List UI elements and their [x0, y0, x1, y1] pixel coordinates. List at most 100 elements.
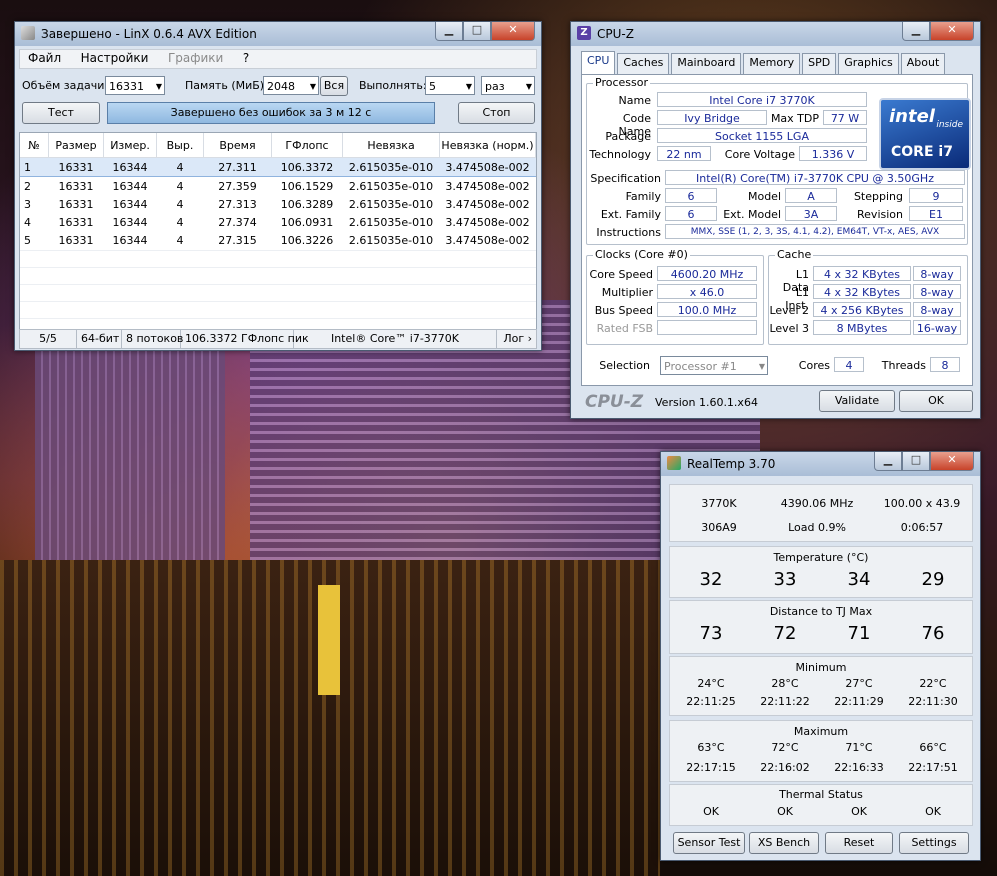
maximize-button[interactable]: □: [902, 452, 930, 471]
cores-label: Cores: [798, 359, 830, 372]
results-table[interactable]: № Размер Измер. Выр. Время ГФлопс Невязк…: [19, 132, 537, 330]
status-runs: 5/5: [20, 330, 77, 348]
minimize-button[interactable]: ▁: [435, 22, 463, 41]
table-row[interactable]: 5 16331 16344 4 27.315 106.3226 2.615035e-010 3…: [20, 231, 536, 249]
package-label: Package: [605, 130, 651, 143]
rated-fsb-value: [657, 320, 757, 335]
run-unit-combo[interactable]: раз ▼: [481, 76, 535, 95]
memory-combo[interactable]: 2048 ▼: [263, 76, 319, 95]
core-temp: 29: [921, 569, 945, 590]
revision-label: Revision: [857, 208, 903, 221]
maximize-button[interactable]: □: [463, 22, 491, 41]
menu-settings[interactable]: Настройки: [73, 50, 157, 66]
core-distance: 76: [921, 623, 945, 644]
core-max-time: 22:17:51: [908, 761, 958, 774]
realtemp-app-icon: [667, 456, 681, 470]
ok-button[interactable]: OK: [899, 390, 973, 412]
cell: 3.474508e-002: [445, 233, 530, 247]
column-header[interactable]: ГФлопс: [271, 133, 343, 158]
cell: 27.311: [203, 157, 272, 177]
menu-file[interactable]: Файл: [20, 50, 69, 66]
all-memory-button[interactable]: Вся: [320, 76, 348, 96]
cache-label: Cache: [775, 248, 814, 261]
cpu-tab-panel: Processor Name Intel Core i7 3770K Code …: [581, 74, 973, 386]
cell: 3: [24, 197, 31, 211]
close-button[interactable]: ✕: [491, 22, 535, 41]
cell: 4: [176, 197, 184, 211]
stop-button[interactable]: Стоп: [458, 102, 535, 124]
close-button[interactable]: ✕: [930, 452, 974, 471]
l1-inst-way: 8-way: [913, 284, 961, 299]
settings-button[interactable]: Settings: [899, 832, 969, 854]
cell: 16344: [112, 233, 148, 247]
codename-value: Ivy Bridge: [657, 110, 767, 125]
minimize-button[interactable]: ▁: [902, 22, 930, 41]
linx-titlebar[interactable]: Завершено - LinX 0.6.4 AVX Edition ▁ □ ✕: [15, 22, 541, 46]
xs-bench-button[interactable]: XS Bench: [749, 832, 819, 854]
status-cpu: Intel® Core™ i7-3770K: [294, 330, 497, 348]
menu-help[interactable]: ?: [235, 50, 257, 66]
linx-statusbar: 5/5 64-бит 8 потоков 106.3372 ГФлопс пик…: [19, 329, 537, 349]
realtemp-titlebar[interactable]: RealTemp 3.70 ▁ □ ✕: [661, 452, 980, 476]
column-header[interactable]: Невязка (норм.): [439, 133, 536, 158]
core-distance: 71: [847, 623, 871, 644]
column-header[interactable]: Выр.: [156, 133, 204, 158]
status-peak: 106.3372 ГФлопс пик: [181, 330, 309, 348]
table-header: № Размер Измер. Выр. Время ГФлопс Невязк…: [20, 133, 536, 158]
reset-button[interactable]: Reset: [825, 832, 893, 854]
table-row[interactable]: 3 16331 16344 4 27.313 106.3289 2.615035e-010 3…: [20, 195, 536, 213]
table-row[interactable]: 1 16331 16344 4 27.311 106.3372 2.615035e-010 3…: [20, 157, 536, 177]
tech-value: 22 nm: [657, 146, 711, 161]
tab-caches[interactable]: Caches: [617, 53, 670, 74]
log-button[interactable]: Лог ›: [497, 330, 536, 348]
realtemp-body: 3770K 4390.06 MHz 100.00 x 43.9 306A9 Lo…: [669, 484, 973, 826]
column-header[interactable]: Время: [203, 133, 272, 158]
cpuz-titlebar[interactable]: Z CPU-Z ▁ ✕: [571, 22, 980, 46]
thermal-status-section: Thermal Status OK OK OK OK: [669, 784, 973, 826]
tab-graphics[interactable]: Graphics: [838, 53, 899, 74]
tab-spd[interactable]: SPD: [802, 53, 837, 74]
selection-label: Selection: [599, 359, 650, 372]
tech-label: Technology: [589, 148, 651, 161]
problem-size-combo[interactable]: 16331 ▼: [105, 76, 165, 95]
close-button[interactable]: ✕: [930, 22, 974, 41]
problem-size-value: 16331: [109, 80, 144, 93]
cell: 16344: [112, 179, 148, 193]
table-row[interactable]: 4 16331 16344 4 27.374 106.0931 2.615035e-010 3…: [20, 213, 536, 231]
memory-value: 2048: [267, 80, 295, 93]
minimize-button[interactable]: ▁: [874, 452, 902, 471]
core-temp: 33: [773, 569, 797, 590]
cell: 1: [20, 157, 49, 177]
run-count-combo[interactable]: 5 ▼: [425, 76, 475, 95]
bus-speed-label: Bus Speed: [594, 304, 653, 317]
column-header[interactable]: Невязка: [342, 133, 440, 158]
core-min: 22°C: [919, 677, 947, 690]
sensor-test-button[interactable]: Sensor Test: [673, 832, 745, 854]
cell: 4: [24, 215, 31, 229]
ext-model-label: Ext. Model: [723, 208, 781, 221]
validate-button[interactable]: Validate: [819, 390, 895, 412]
tab-memory[interactable]: Memory: [743, 53, 801, 74]
column-header[interactable]: №: [20, 133, 49, 158]
distance-label: Distance to TJ Max: [769, 605, 873, 618]
tab-about[interactable]: About: [900, 53, 946, 74]
column-header[interactable]: Размер: [48, 133, 104, 158]
core-min-time: 22:11:30: [908, 695, 958, 708]
ext-model-value: 3A: [785, 206, 837, 221]
menu-graphs[interactable]: Графики: [160, 50, 231, 66]
chevron-down-icon: ▼: [758, 362, 765, 371]
tdp-label: Max TDP: [770, 112, 819, 125]
processor-select[interactable]: Processor #1 ▼: [660, 356, 768, 375]
tab-mainboard[interactable]: Mainboard: [671, 53, 742, 74]
cpuz-tabs: CPU Caches Mainboard Memory SPD Graphics…: [581, 51, 947, 74]
cpuz-app-icon: Z: [577, 26, 591, 40]
core-min-time: 22:11:29: [834, 695, 884, 708]
column-header[interactable]: Измер.: [103, 133, 157, 158]
tab-cpu[interactable]: CPU: [581, 51, 616, 74]
cell: 16331: [58, 215, 94, 229]
table-row[interactable]: 2 16331 16344 4 27.359 106.1529 2.615035e-010 3…: [20, 177, 536, 196]
processor-select-value: Processor #1: [664, 360, 737, 373]
multiplier-value: x 46.0: [657, 284, 757, 299]
test-button[interactable]: Тест: [22, 102, 100, 124]
core-max: 72°C: [771, 741, 799, 754]
